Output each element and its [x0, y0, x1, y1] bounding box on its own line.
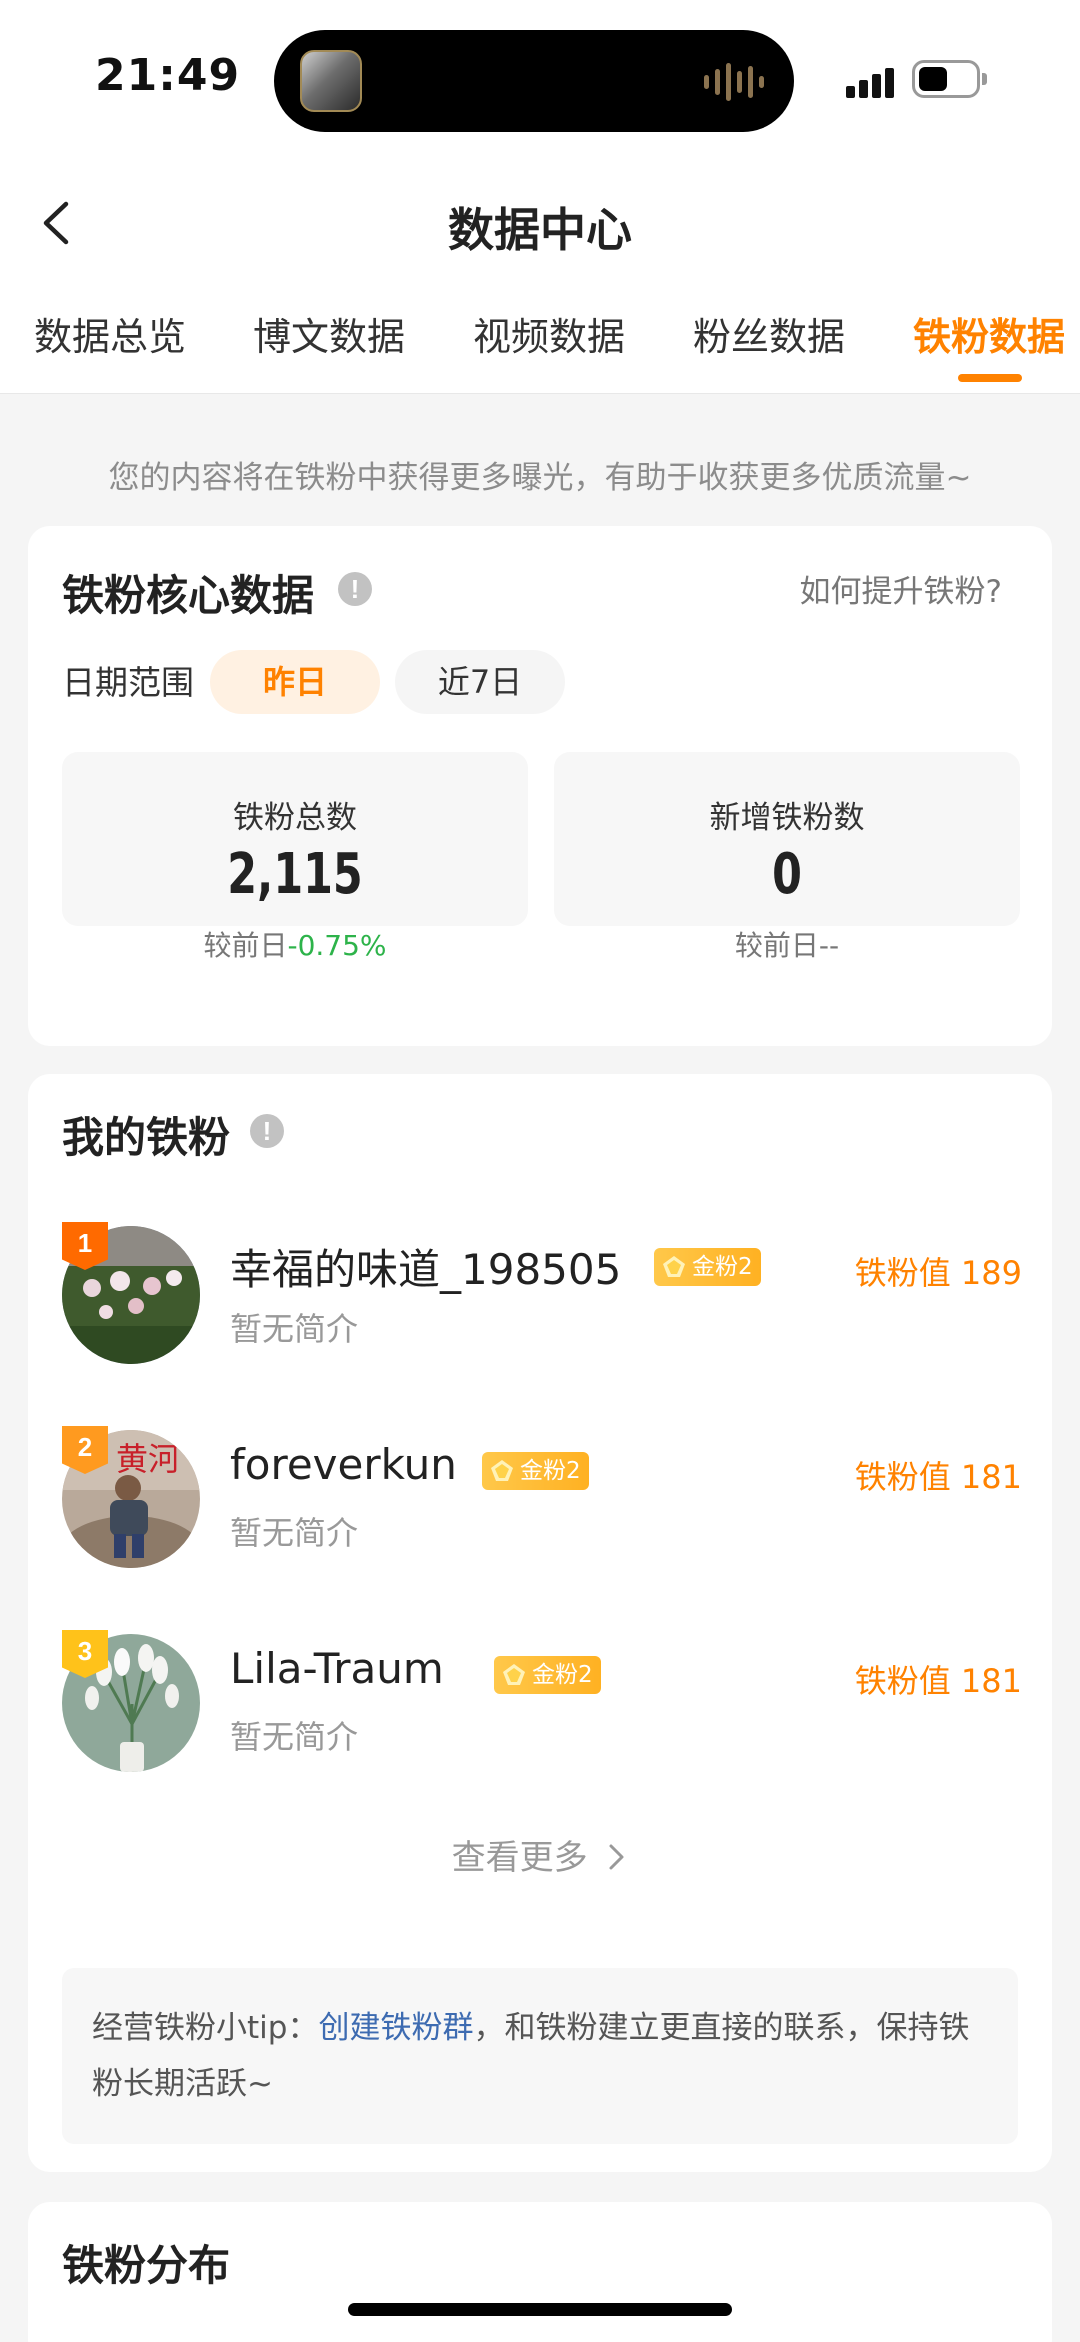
info-icon[interactable]: !	[338, 572, 372, 606]
status-time: 21:49	[95, 50, 241, 101]
fan-name[interactable]: foreverkun	[230, 1440, 457, 1489]
tab-overview[interactable]: 数据总览	[34, 306, 186, 361]
tab-bar: 数据总览 博文数据 视频数据 粉丝数据 铁粉数据	[0, 306, 1080, 366]
stat-change: -0.75%	[287, 929, 387, 962]
gold-fan-badge: 金粉2	[654, 1248, 761, 1286]
stat-label: 铁粉总数	[233, 800, 357, 836]
tab-iron-fan-data[interactable]: 铁粉数据	[913, 306, 1065, 361]
fan-name[interactable]: 幸福的味道_198505	[230, 1236, 621, 1297]
stat-change: --	[818, 929, 840, 962]
stat-value: 0	[772, 842, 802, 907]
tab-post-data[interactable]: 博文数据	[253, 306, 405, 361]
stat-value: 2,115	[227, 842, 363, 907]
iron-fan-score: 铁粉值 181	[854, 1458, 1022, 1496]
see-more-link[interactable]: 查看更多	[28, 1830, 1052, 1879]
create-fan-group-link[interactable]: 创建铁粉群	[318, 2010, 473, 2046]
stat-label: 新增铁粉数	[709, 800, 865, 836]
date-option-yesterday[interactable]: 昨日	[210, 650, 380, 714]
gem-icon	[503, 1664, 525, 1685]
fan-bio: 暂无简介	[230, 1718, 359, 1756]
home-indicator[interactable]	[348, 2303, 732, 2316]
total-fans-stat: 铁粉总数 2,115 较前日-0.75%	[62, 752, 528, 962]
chevron-right-icon	[609, 1844, 624, 1870]
gem-icon	[663, 1256, 685, 1277]
stat-compare: 较前日--	[734, 929, 840, 962]
core-data-card: 铁粉核心数据 ! 如何提升铁粉? 日期范围 昨日 近7日 铁粉总数 2,115 …	[28, 526, 1052, 1046]
stat-compare: 较前日-0.75%	[203, 929, 387, 962]
my-fans-title: 我的铁粉	[62, 1113, 231, 1162]
fan-distribution-card: 铁粉分布	[28, 2202, 1052, 2342]
cellular-signal-icon	[846, 62, 898, 98]
tab-fan-data[interactable]: 粉丝数据	[693, 306, 845, 361]
fan-name[interactable]: Lila-Traum	[230, 1644, 444, 1693]
gem-icon	[491, 1460, 513, 1481]
gold-fan-badge: 金粉2	[482, 1452, 589, 1490]
fan-bio: 暂无简介	[230, 1514, 359, 1552]
active-tab-indicator	[958, 374, 1022, 382]
fan-row[interactable]: 黄河 2 foreverkun 金粉2 暂无简介 铁粉值 181	[62, 1426, 1022, 1570]
my-fans-card: 我的铁粉 ! 1 幸福的味道_198505 金粉2 暂无简介 铁粉值 189 黄…	[28, 1074, 1052, 2172]
page-title: 数据中心	[448, 203, 632, 257]
iron-fan-score: 铁粉值 181	[854, 1662, 1022, 1700]
fan-distribution-title: 铁粉分布	[62, 2241, 231, 2290]
how-to-improve-link[interactable]: 如何提升铁粉?	[800, 566, 1002, 611]
dynamic-island[interactable]	[274, 30, 794, 132]
date-range-label: 日期范围	[62, 663, 194, 702]
new-fans-stat: 新增铁粉数 0 较前日--	[554, 752, 1020, 962]
gold-fan-badge: 金粉2	[494, 1656, 601, 1694]
header-divider	[0, 393, 1080, 394]
fan-row[interactable]: 1 幸福的味道_198505 金粉2 暂无简介 铁粉值 189	[62, 1222, 1022, 1366]
core-data-title: 铁粉核心数据	[62, 571, 315, 620]
exposure-notice: 您的内容将在铁粉中获得更多曝光，有助于收获更多优质流量~	[108, 460, 972, 496]
audio-waveform-icon	[704, 62, 764, 102]
fan-row[interactable]: 3 Lila-Traum 金粉2 暂无简介 铁粉值 181	[62, 1630, 1022, 1774]
tab-video-data[interactable]: 视频数据	[473, 306, 625, 361]
fan-bio: 暂无简介	[230, 1310, 359, 1348]
now-playing-thumbnail	[300, 50, 362, 112]
svg-text:黄河: 黄河	[116, 1440, 180, 1478]
fan-tip: 经营铁粉小tip：创建铁粉群，和铁粉建立更直接的联系，保持铁粉长期活跃~	[62, 1968, 1018, 2144]
date-option-7days[interactable]: 近7日	[395, 650, 565, 714]
iron-fan-score: 铁粉值 189	[854, 1254, 1022, 1292]
info-icon[interactable]: !	[250, 1114, 284, 1148]
battery-icon	[912, 60, 987, 98]
